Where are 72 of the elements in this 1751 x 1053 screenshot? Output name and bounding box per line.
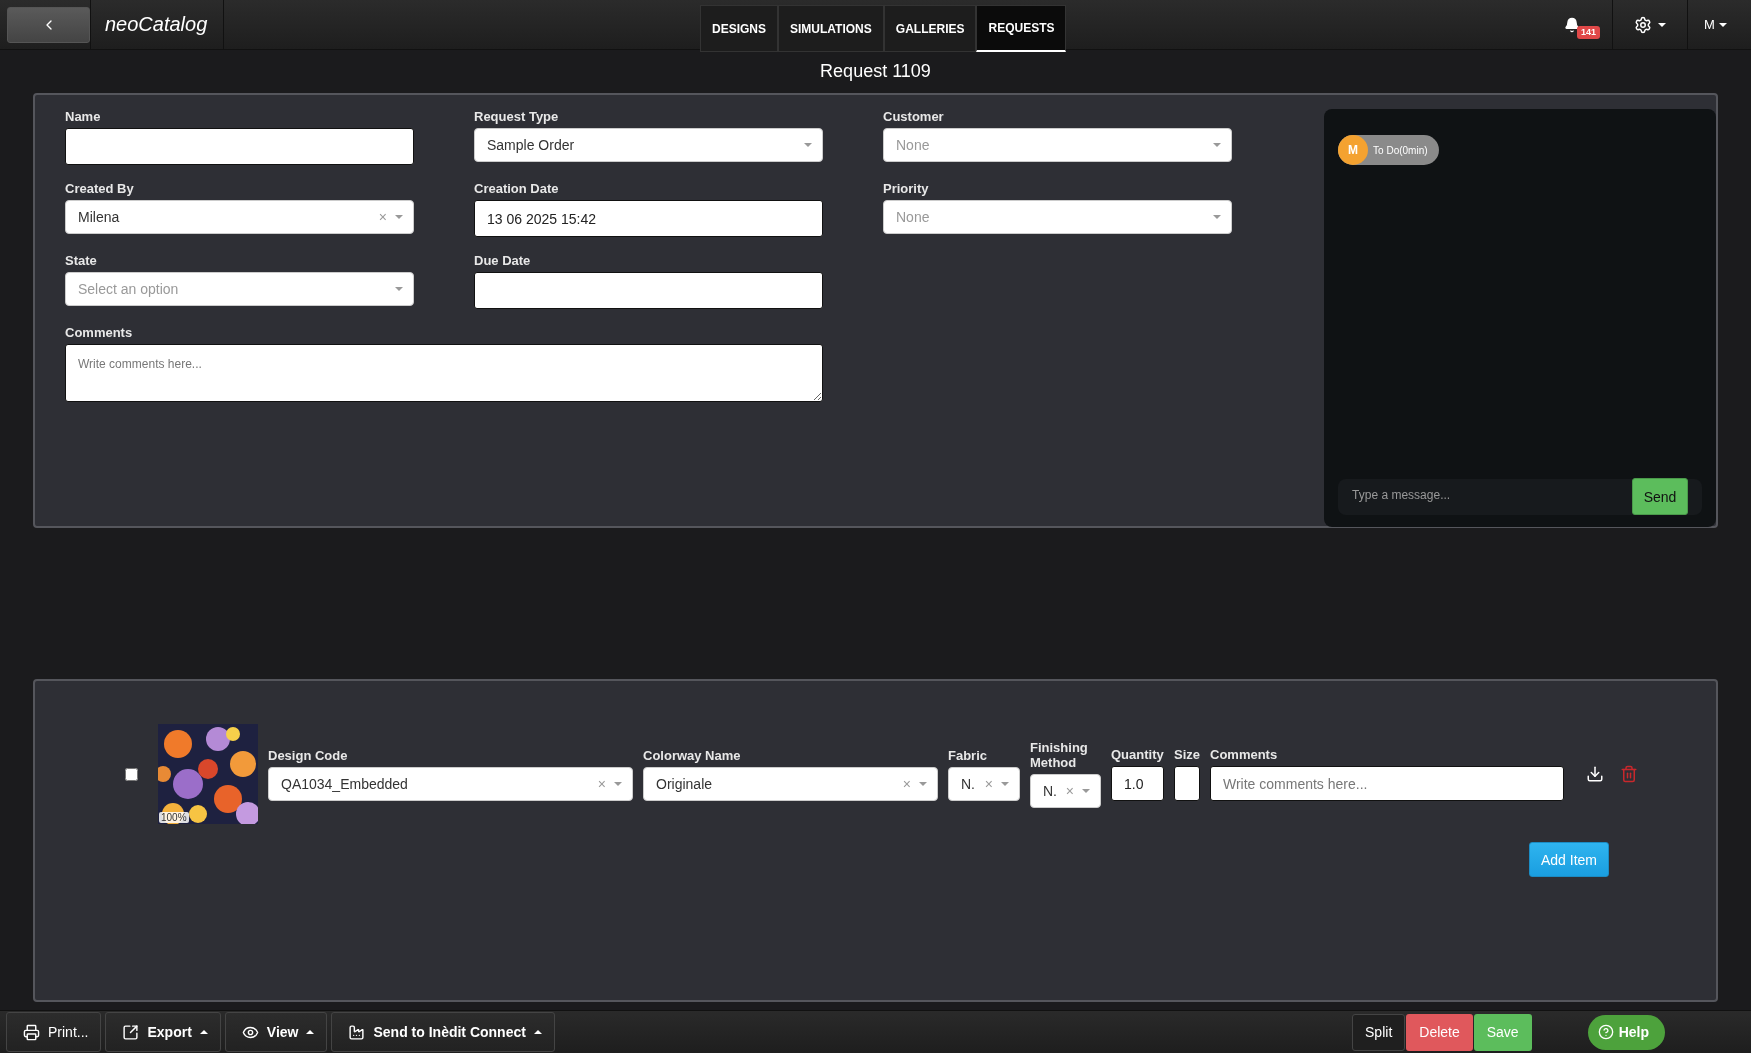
field-label: Created By: [65, 181, 135, 196]
input-field[interactable]: [65, 128, 414, 165]
caret-icon: [199, 1030, 208, 1034]
input-field[interactable]: Write comments here...: [1210, 766, 1564, 801]
field-label: Comments: [1210, 747, 1279, 762]
field-label: Request Type: [474, 109, 560, 124]
input-field[interactable]: 13 06 2025 15:42: [474, 200, 823, 237]
user-menu[interactable]: M: [1687, 0, 1743, 50]
nav-tab[interactable]: REQUESTS: [976, 5, 1067, 52]
select-field[interactable]: N. ×: [948, 766, 1020, 801]
caret-icon: [1213, 143, 1221, 147]
caret-icon: [1001, 781, 1009, 786]
external-link-icon: [122, 1023, 140, 1041]
user-avatar: M: [1338, 135, 1369, 165]
printer-icon: [23, 1023, 40, 1041]
caret-icon: [1082, 789, 1090, 793]
caret-icon: [804, 143, 812, 147]
page-title: Request 1109: [819, 60, 932, 83]
field-label: Customer: [883, 109, 945, 124]
bell-icon: [1564, 16, 1580, 33]
select-field[interactable]: QA1034_Embedded ×: [268, 766, 633, 801]
field-label: Creation Date: [474, 181, 560, 196]
field-label: State: [65, 253, 98, 268]
action-button[interactable]: Delete: [1406, 1013, 1473, 1051]
input-field[interactable]: [474, 272, 823, 309]
caret-icon: [306, 1030, 315, 1034]
nav-tab[interactable]: SIMULATIONS: [778, 5, 884, 52]
factory-icon: [348, 1023, 366, 1041]
field-label: Due Date: [474, 253, 532, 268]
field-label: Finishing Method: [1030, 740, 1089, 770]
select-field[interactable]: N. ×: [1030, 774, 1101, 808]
caret-icon: [395, 287, 403, 291]
select-field[interactable]: Originale ×: [643, 766, 938, 801]
caret-icon: [919, 781, 927, 786]
select-field[interactable]: Sample Order: [474, 128, 823, 162]
field-label: Fabric: [948, 747, 988, 763]
settings-icon: [1634, 15, 1652, 34]
field-label: Design Code: [268, 747, 349, 763]
field-label: Size: [1174, 747, 1200, 762]
toolbar-button[interactable]: Send to Inèdit Connect: [331, 1012, 555, 1052]
nav-tab[interactable]: DESIGNS: [700, 5, 778, 52]
input-field[interactable]: 1.0: [1111, 766, 1164, 801]
caret-icon: [1718, 22, 1727, 27]
toolbar-button[interactable]: Export: [105, 1012, 221, 1052]
field-label: Colorway Name: [643, 747, 742, 763]
send-button[interactable]: Send: [1632, 478, 1688, 515]
field-label: Quantity: [1111, 747, 1164, 762]
caret-icon: [395, 215, 403, 219]
caret-icon: [533, 1030, 542, 1034]
toolbar-button[interactable]: Print...: [6, 1012, 102, 1052]
field-label: Comments: [65, 325, 134, 340]
nav-tab[interactable]: GALLERIES: [883, 5, 977, 52]
item-checkbox[interactable]: [125, 767, 138, 781]
download-button[interactable]: [1586, 765, 1604, 783]
delete-item-button[interactable]: [1620, 765, 1638, 783]
notifications-button[interactable]: 141: [1532, 0, 1612, 50]
notification-count: 141: [1577, 25, 1601, 39]
status-text: To Do(0min): [1373, 144, 1428, 156]
caret-icon: [614, 781, 622, 786]
field-label: Name: [65, 109, 102, 124]
select-field[interactable]: Milena ×: [65, 200, 414, 234]
zoom-label: 100%: [159, 812, 189, 823]
action-button[interactable]: Split: [1352, 1013, 1406, 1051]
field-label: Priority: [883, 181, 930, 196]
comments-field[interactable]: Write comments here...: [65, 344, 823, 402]
input-field[interactable]: [1174, 766, 1200, 801]
toolbar-button[interactable]: View: [224, 1012, 328, 1052]
help-icon: [1597, 1024, 1614, 1040]
caret-icon: [1213, 215, 1221, 219]
message-field[interactable]: Type a message... Send: [1338, 479, 1702, 515]
app-logo[interactable]: neoCatalog: [90, 0, 225, 50]
caret-icon: [1658, 22, 1666, 27]
